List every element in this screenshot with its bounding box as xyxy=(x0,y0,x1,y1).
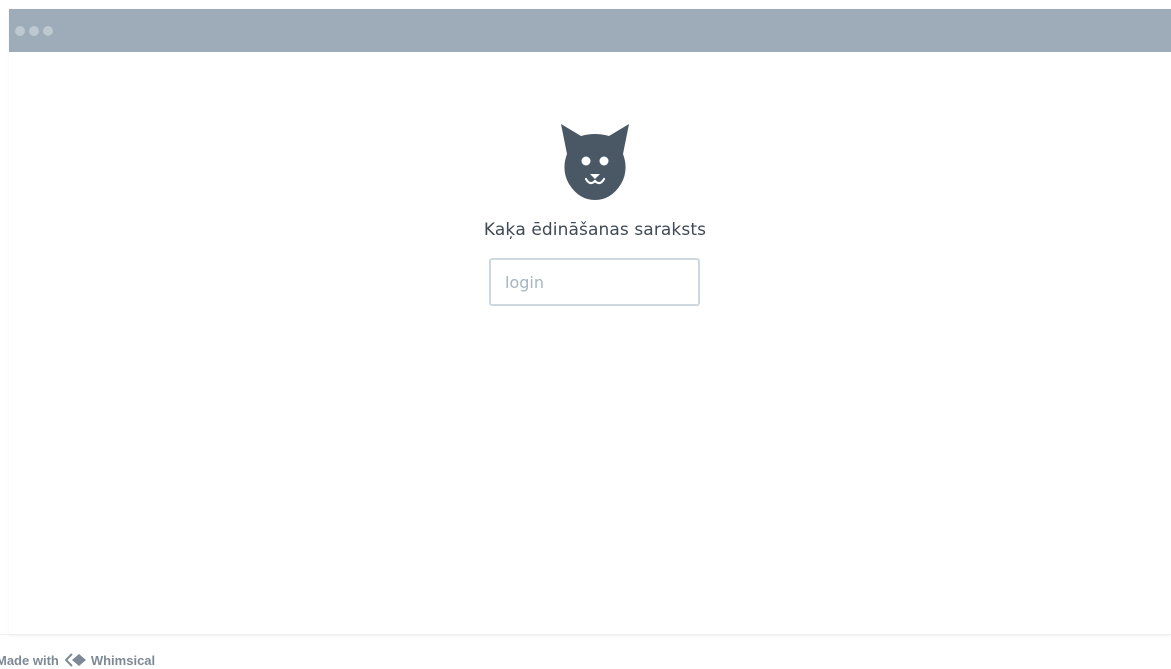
window-dot-icon xyxy=(15,26,25,36)
login-input[interactable] xyxy=(489,258,700,306)
login-screen: Kaķa ēdināšanas saraksts xyxy=(9,52,1171,635)
window-dot-icon xyxy=(43,26,53,36)
app-title: Kaķa ēdināšanas saraksts xyxy=(483,220,707,240)
footer-divider xyxy=(0,634,1171,635)
window-titlebar xyxy=(9,9,1171,52)
window-dot-icon xyxy=(29,26,39,36)
made-with-footer[interactable]: Made with Whimsical xyxy=(0,651,155,669)
made-with-label: Made with xyxy=(0,652,59,668)
app-window: Kaķa ēdināšanas saraksts xyxy=(9,9,1171,635)
whimsical-logo-icon xyxy=(64,653,86,667)
cat-face-icon xyxy=(561,124,629,200)
whimsical-brand-label: Whimsical xyxy=(90,652,156,668)
